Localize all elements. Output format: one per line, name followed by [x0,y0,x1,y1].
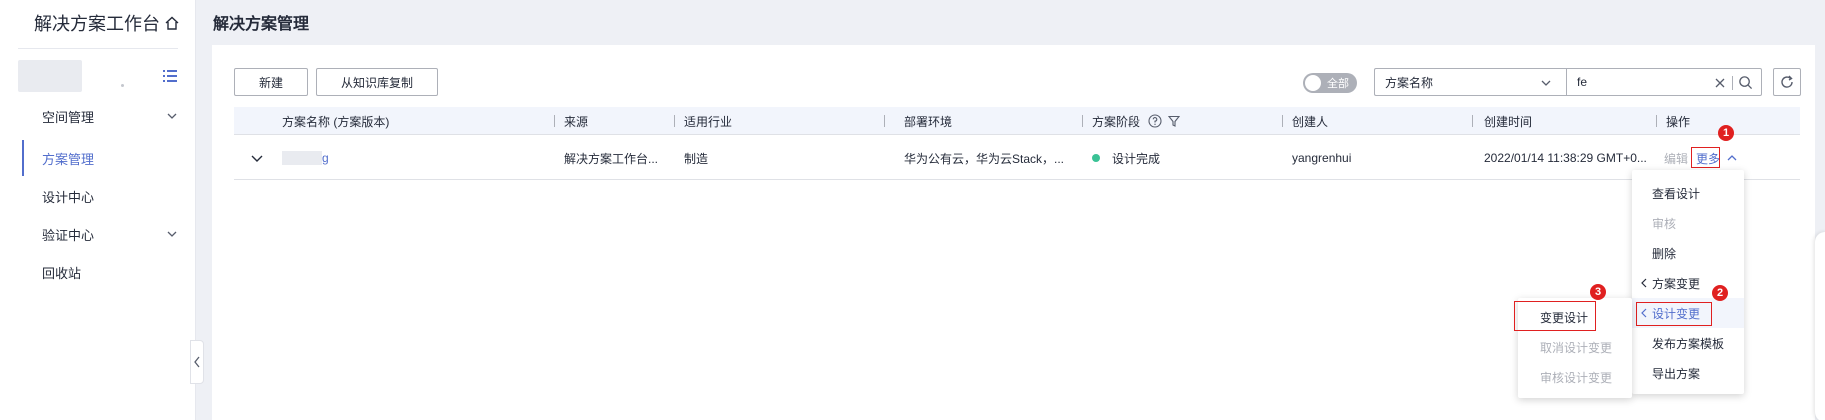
cell-stage: 设计完成 [1092,136,1160,180]
sidebar-divider [18,48,178,49]
menu-item-review: 审核 [1652,216,1677,231]
col-header-stage-label: 方案阶段 [1092,114,1141,129]
workspace-avatar[interactable] [18,60,82,92]
toggle-label: 全部 [1327,78,1349,90]
cell-environment: 华为公有云，华为云Stack，... [904,151,1065,166]
filter-field-select[interactable]: 方案名称 [1374,68,1566,96]
page-title: 解决方案管理 [213,16,310,33]
col-header-created[interactable]: 创建时间 [1484,107,1532,135]
sidebar-item-label: 验证中心 [42,227,95,243]
callout-box-change-design [1514,301,1596,331]
menu-item-label: 方案变更 [1652,276,1701,291]
select-value: 方案名称 [1385,75,1434,90]
col-separator [554,115,555,127]
sidebar-item-space[interactable]: 空间管理 [22,104,182,128]
status-dot [1092,154,1100,162]
sidebar-item-design[interactable]: 设计中心 [22,184,182,208]
refresh-button[interactable] [1773,68,1801,96]
col-header-actions: 操作 [1666,114,1691,129]
sidebar-item-solutions[interactable]: 方案管理 [22,146,182,170]
menu-item-export[interactable]: 导出方案 [1632,358,1744,388]
search-icon[interactable] [1738,75,1753,90]
callout-badge-1: 1 [1718,125,1734,141]
callout-box-more [1691,147,1720,168]
menu-item-publish-template[interactable]: 发布方案模板 [1632,328,1744,358]
chevron-down-icon [251,155,263,162]
col-separator [1082,115,1083,127]
col-separator [1282,115,1283,127]
col-separator [1656,115,1657,127]
new-button[interactable]: 新建 [234,68,308,96]
col-header-name[interactable]: 方案名称 (方案版本) [282,107,389,135]
cell-creator: yangrenhui [1292,151,1352,165]
col-separator [884,115,885,127]
table-header: 方案名称 (方案版本) 来源 适用行业 部署环境 方案阶段 创建人 创建时间 操… [234,107,1800,135]
chevron-left-icon [1641,278,1647,288]
table-row: g 解决方案工作台... 制造 华为公有云，华为云Stack，... 设计完成 … [234,136,1800,180]
chevron-down-icon [167,231,177,237]
cell-name-text[interactable]: g [322,151,329,165]
sidebar-item-verify[interactable]: 验证中心 [22,222,182,246]
sidebar-item-label: 方案管理 [42,151,95,167]
search-input[interactable] [1577,75,1697,89]
cell-industry: 制造 [684,151,709,166]
app-title[interactable]: 解决方案工作台 [34,10,180,36]
menu-item-view-design[interactable]: 查看设计 [1632,178,1744,208]
search-separator [1732,76,1733,90]
expand-row-button[interactable] [250,136,264,180]
col-header-industry[interactable]: 适用行业 [684,107,732,135]
sidebar: 解决方案工作台 空间管理 方案管理 设计中心 验证中心 回收站 [0,0,196,420]
chevron-down-icon [167,113,177,119]
col-separator [1472,115,1473,127]
cell-name[interactable]: g [282,136,329,180]
col-header-creator[interactable]: 创建人 [1292,107,1328,135]
edit-link[interactable]: 编辑 [1664,150,1688,167]
workspace-dot [121,84,124,87]
cell-created: 2022/01/14 11:38:29 GMT+0... [1484,151,1647,165]
search-box[interactable] [1566,68,1762,96]
home-icon [165,16,179,30]
more-dropdown-menu: 查看设计 审核 删除 方案变更 设计变更 发布方案模板 导出方案 [1632,170,1744,394]
chevron-down-icon [1541,80,1551,86]
col-separator [674,115,675,127]
close-icon[interactable] [1713,76,1727,90]
name-redacted [282,151,322,165]
sidebar-item-label: 设计中心 [42,189,95,205]
refresh-icon [1781,75,1793,88]
filter-icon[interactable] [1168,115,1181,127]
callout-box-design-change [1636,302,1712,326]
callout-badge-2: 2 [1712,285,1728,301]
col-header-source[interactable]: 来源 [564,107,588,135]
sidebar-item-recycle[interactable]: 回收站 [22,260,182,284]
chevron-up-icon[interactable] [1726,152,1738,164]
sidebar-item-label: 空间管理 [42,109,95,125]
callout-badge-3: 3 [1590,284,1606,300]
col-header-stage[interactable]: 方案阶段 [1092,107,1181,135]
show-all-toggle[interactable]: 全部 [1303,73,1357,93]
copy-from-kb-button[interactable]: 从知识库复制 [316,68,438,96]
col-header-environment[interactable]: 部署环境 [904,107,952,135]
submenu-item-cancel-change: 取消设计变更 [1540,340,1613,355]
floating-side-panel[interactable] [1815,232,1825,420]
cell-stage-text: 设计完成 [1112,151,1161,166]
app-title-text: 解决方案工作台 [34,14,160,34]
sidebar-collapse-button[interactable] [190,340,204,384]
chevron-left-icon [194,356,200,368]
help-icon[interactable] [1148,114,1162,128]
cell-source: 解决方案工作台... [564,151,659,166]
toggle-knob [1305,75,1321,91]
sidebar-item-label: 回收站 [42,265,82,281]
menu-item-delete[interactable]: 删除 [1632,238,1744,268]
list-icon[interactable] [162,68,178,84]
submenu-item-review-change: 审核设计变更 [1540,370,1613,385]
